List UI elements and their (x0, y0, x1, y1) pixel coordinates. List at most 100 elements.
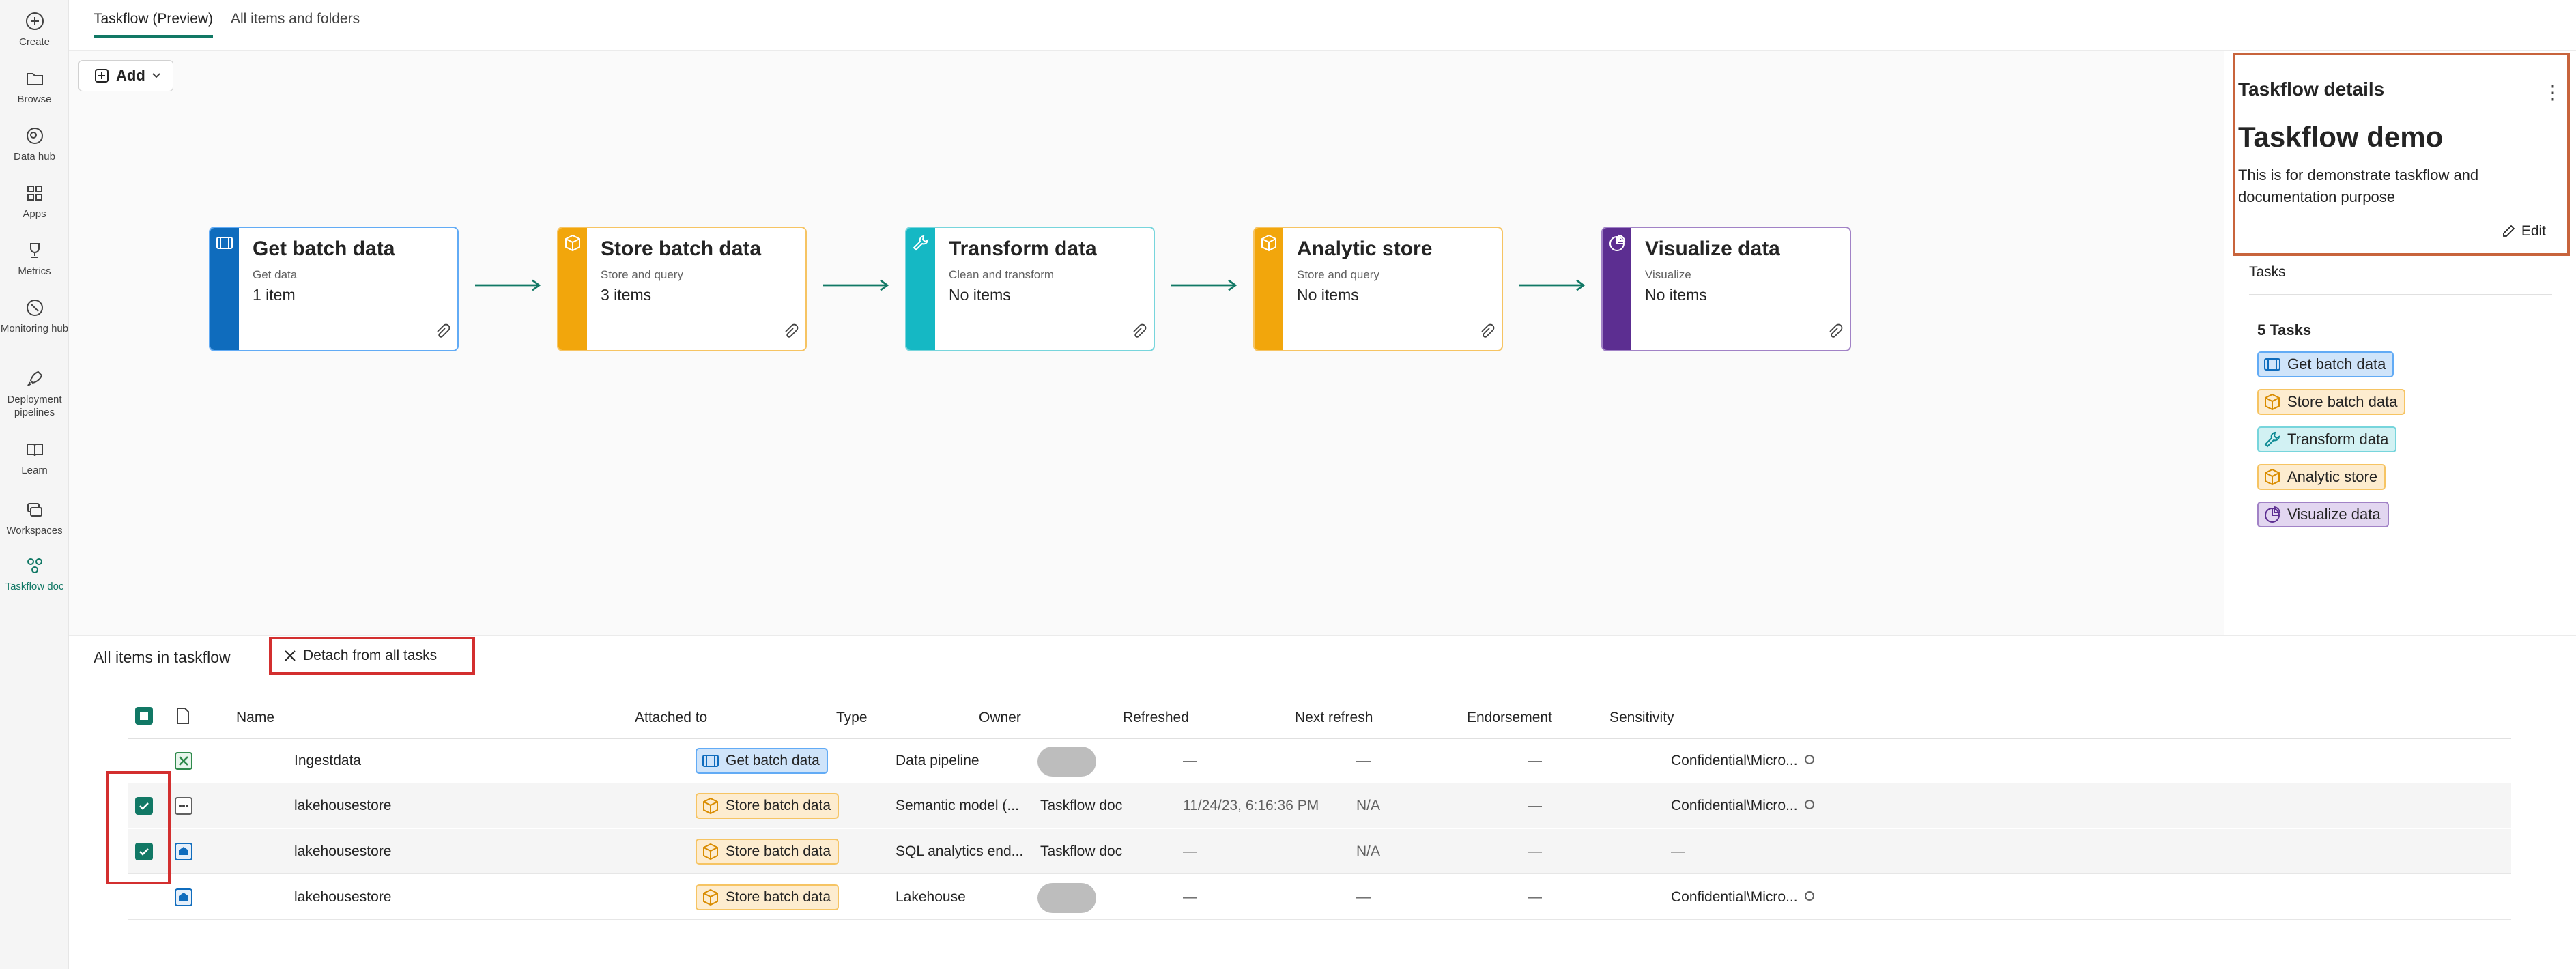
row-endorsement: — (1528, 798, 1542, 813)
taskflow-items-section: All items in taskflow Detach from all ta… (69, 635, 2576, 969)
row-name[interactable]: lakehousestore (294, 843, 391, 860)
attach-paperclip-icon[interactable] (1130, 323, 1147, 343)
cube-icon (2263, 467, 2282, 487)
column-header-owner[interactable]: Owner (979, 710, 1021, 726)
attached-task-tag[interactable]: Store batch data (696, 839, 840, 865)
rail-monitoring-hub[interactable]: Monitoring hub (0, 298, 69, 335)
row-type: Lakehouse (896, 889, 966, 905)
info-icon[interactable] (1804, 755, 1814, 765)
task-card-store-batch-data[interactable]: Store batch data Store and query 3 items (557, 227, 807, 351)
select-all-checkbox[interactable] (135, 707, 153, 725)
rail-create[interactable]: Create (0, 11, 69, 48)
task-card-stripe (1603, 228, 1631, 350)
info-icon[interactable] (1804, 800, 1814, 810)
task-chip-label: Analytic store (2287, 468, 2378, 485)
task-card-subtitle: Store and query (1297, 268, 1379, 281)
table-row[interactable]: lakehousestore Store batch data Semantic… (128, 783, 2511, 828)
info-icon[interactable] (1804, 891, 1814, 901)
column-header-sensitivity[interactable]: Sensitivity (1609, 710, 1674, 726)
table-row[interactable]: lakehousestore Store batch data Lakehous… (128, 875, 2511, 920)
plus-circle-icon (25, 12, 44, 30)
rail-label: Browse (17, 93, 52, 105)
rail-apps[interactable]: Apps (0, 183, 69, 220)
file-type-icon (177, 708, 189, 724)
flow-connector-arrow (1519, 279, 1586, 291)
edit-label: Edit (2521, 223, 2546, 239)
rail-learn[interactable]: Learn (0, 439, 69, 477)
rail-taskflow-doc[interactable]: Taskflow doc (0, 555, 69, 593)
task-chip-label: Get batch data (2287, 356, 2386, 373)
edit-button[interactable]: Edit (2501, 223, 2546, 240)
attach-paperclip-icon[interactable] (434, 323, 450, 343)
tab-taskflow-preview[interactable]: Taskflow (Preview) (94, 11, 214, 38)
task-card-title: Get batch data (253, 237, 395, 260)
detach-from-all-tasks-button[interactable]: Detach from all tasks (269, 637, 475, 675)
tab-all-items-and-folders[interactable]: All items and folders (231, 11, 360, 35)
attached-task-label: Store batch data (726, 843, 831, 859)
column-header-endorsement[interactable]: Endorsement (1467, 710, 1552, 726)
pencil-icon (2502, 225, 2515, 237)
add-button[interactable]: Add (78, 60, 173, 91)
details-heading: Taskflow details (2238, 78, 2385, 100)
task-chip-store-batch-data[interactable]: Store batch data (2257, 389, 2406, 415)
task-chip-transform-data[interactable]: Transform data (2257, 426, 2397, 452)
column-header-attached-to[interactable]: Attached to (635, 710, 707, 726)
row-sensitivity: Confidential\Micro... (1671, 753, 1814, 769)
row-endorsement: — (1528, 843, 1542, 859)
column-header-refreshed[interactable]: Refreshed (1123, 710, 1189, 726)
task-chip-get-batch-data[interactable]: Get batch data (2257, 351, 2394, 377)
row-type: Semantic model (... (896, 798, 1019, 813)
get-data-icon (701, 751, 720, 770)
task-chip-visualize-data[interactable]: Visualize data (2257, 502, 2389, 527)
rail-metrics[interactable]: Metrics (0, 240, 69, 278)
column-header-name[interactable]: Name (236, 710, 274, 726)
task-chip-analytic-store[interactable]: Analytic store (2257, 464, 2386, 490)
more-options-icon[interactable]: ⋮ (2543, 81, 2562, 104)
task-chip-label: Transform data (2287, 431, 2389, 448)
row-sensitivity: Confidential\Micro... (1671, 889, 1814, 906)
task-card-title: Transform data (949, 237, 1097, 260)
row-refreshed: — (1183, 889, 1197, 905)
items-section-title: All items in taskflow (94, 648, 231, 666)
table-row[interactable]: Ingestdata Get batch data Data pipeline … (128, 738, 2511, 783)
attach-paperclip-icon[interactable] (1478, 323, 1495, 343)
cube-icon (701, 796, 720, 815)
task-card-subtitle: Clean and transform (949, 268, 1055, 281)
attach-paperclip-icon[interactable] (1827, 323, 1843, 343)
rail-browse[interactable]: Browse (0, 68, 69, 106)
attached-task-tag[interactable]: Store batch data (696, 884, 840, 910)
task-card-item-count: No items (949, 286, 1011, 304)
rail-workspaces[interactable]: Workspaces (0, 500, 69, 537)
task-card-get-batch-data[interactable]: Get batch data Get data 1 item (209, 227, 459, 351)
task-card-stripe (210, 228, 239, 350)
row-owner: Taskflow doc (1040, 798, 1123, 813)
chevron-down-icon (152, 73, 160, 78)
row-name[interactable]: Ingestdata (294, 753, 361, 769)
task-card-subtitle: Get data (253, 268, 298, 281)
rail-deployment-pipelines[interactable]: Deployment pipelines (0, 368, 69, 419)
attached-task-tag[interactable]: Store batch data (696, 793, 840, 819)
rail-label: Workspaces (6, 525, 63, 536)
column-header-next-refresh[interactable]: Next refresh (1295, 710, 1373, 726)
table-row[interactable]: lakehousestore Store batch data SQL anal… (128, 829, 2511, 874)
selected-checkboxes-highlight (106, 771, 171, 884)
row-next-refresh: N/A (1356, 843, 1381, 859)
task-card-analytic-store[interactable]: Analytic store Store and query No items (1253, 227, 1503, 351)
row-name[interactable]: lakehousestore (294, 798, 391, 814)
task-card-stripe (1255, 228, 1283, 350)
column-header-type[interactable]: Type (836, 710, 868, 726)
task-card-item-count: No items (1645, 286, 1707, 304)
task-card-transform-data[interactable]: Transform data Clean and transform No it… (905, 227, 1155, 351)
task-card-visualize-data[interactable]: Visualize data Visualize No items (1601, 227, 1851, 351)
lakehouse-icon (173, 887, 194, 908)
row-next-refresh: — (1356, 753, 1371, 768)
pipeline-icon (173, 751, 194, 771)
rail-data-hub[interactable]: Data hub (0, 126, 69, 163)
trophy-icon (29, 243, 40, 258)
row-owner: Taskflow doc (1040, 843, 1123, 859)
row-sensitivity: — (1671, 843, 1685, 859)
attached-task-tag[interactable]: Get batch data (696, 748, 828, 774)
row-name[interactable]: lakehousestore (294, 889, 391, 906)
attach-paperclip-icon[interactable] (782, 323, 799, 343)
task-card-item-count: 3 items (601, 286, 652, 304)
